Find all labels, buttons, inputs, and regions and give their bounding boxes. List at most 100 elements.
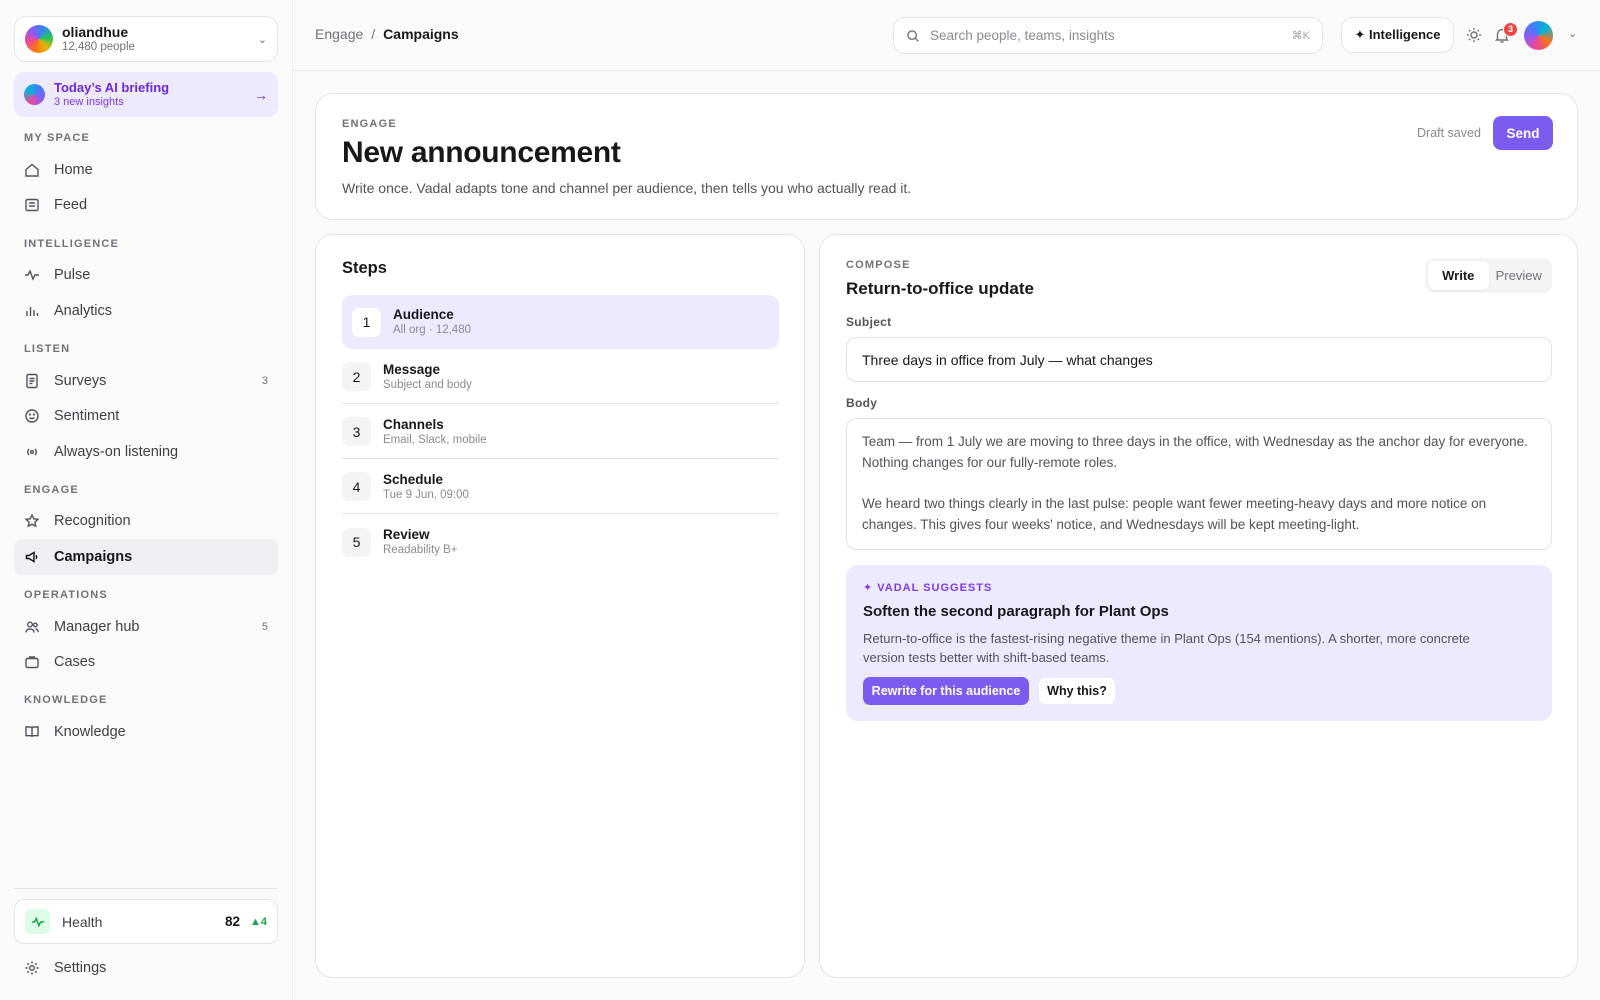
- step-number: 5: [342, 527, 371, 557]
- tab-write[interactable]: Write: [1428, 261, 1489, 290]
- section-intelligence: INTELLIGENCE: [24, 238, 120, 250]
- intelligence-button[interactable]: ✦ Intelligence: [1341, 17, 1454, 53]
- page-title: New announcement: [342, 136, 621, 169]
- manager-hub-count: 5: [261, 621, 268, 633]
- step-number: 3: [342, 417, 371, 446]
- sidebar-item-home[interactable]: Home: [14, 152, 278, 188]
- sidebar-item-settings[interactable]: Settings: [14, 950, 278, 986]
- page-eyebrow: ENGAGE: [342, 118, 397, 130]
- sidebar-item-label: Pulse: [54, 267, 91, 283]
- sidebar-item-cases[interactable]: Cases: [14, 644, 278, 680]
- steps-title: Steps: [342, 259, 387, 277]
- org-name: oliandhue: [62, 24, 129, 40]
- sun-icon[interactable]: [1465, 26, 1483, 44]
- search-input[interactable]: [930, 28, 1292, 43]
- suggestion-title: Soften the second paragraph for Plant Op…: [863, 603, 1169, 620]
- sidebar-item-analytics[interactable]: Analytics: [14, 293, 278, 329]
- step-schedule[interactable]: 4 Schedule Tue 9 Jun, 09:00: [342, 460, 779, 514]
- org-switcher[interactable]: oliandhue 12,480 people ⌄: [14, 16, 278, 62]
- step-number: 2: [342, 362, 371, 391]
- step-message[interactable]: 2 Message Subject and body: [342, 350, 779, 404]
- step-subtitle: Subject and body: [383, 378, 472, 391]
- sidebar-item-campaigns[interactable]: Campaigns: [14, 539, 278, 575]
- compose-eyebrow: COMPOSE: [846, 259, 911, 271]
- step-audience[interactable]: 1 Audience All org · 12,480: [342, 295, 779, 349]
- page-description: Write once. Vadal adapts tone and channe…: [342, 180, 912, 196]
- sidebar-item-label: Surveys: [54, 373, 107, 389]
- sidebar-item-knowledge[interactable]: Knowledge: [14, 714, 278, 750]
- step-review[interactable]: 5 Review Readability B+: [342, 515, 779, 569]
- sidebar-item-label: Home: [54, 162, 93, 178]
- step-title: Schedule: [383, 471, 444, 487]
- briefing-subtitle: 3 new insights: [54, 96, 124, 108]
- page-header: ENGAGE New announcement Write once. Vada…: [315, 93, 1578, 220]
- ai-suggestion-card: ✦ VADAL SUGGESTS Soften the second parag…: [846, 565, 1552, 721]
- chevron-down-icon[interactable]: ⌄: [1568, 27, 1577, 40]
- org-count: 12,480 people: [62, 41, 135, 53]
- heartbeat-icon: [25, 909, 50, 934]
- sidebar-divider: [14, 888, 278, 889]
- suggestion-description: Return-to-office is the fastest-rising n…: [863, 631, 1470, 665]
- user-avatar[interactable]: [1524, 21, 1553, 50]
- sidebar-item-label: Campaigns: [54, 549, 133, 565]
- broadcast-icon: [24, 444, 40, 460]
- sidebar-item-label: Knowledge: [54, 724, 126, 740]
- breadcrumb-parent[interactable]: Engage: [315, 26, 363, 42]
- step-title: Channels: [383, 416, 444, 432]
- sidebar-item-label: Cases: [54, 654, 96, 670]
- subject-field[interactable]: Three days in office from July — what ch…: [846, 337, 1552, 382]
- section-listen: LISTEN: [24, 343, 71, 355]
- body-editor[interactable]: Team — from 1 July we are moving to thre…: [846, 418, 1552, 550]
- compose-title: Return-to-office update: [846, 279, 1034, 298]
- sidebar-item-surveys[interactable]: Surveys 3: [14, 363, 278, 399]
- sidebar-item-label: Always-on listening: [54, 444, 179, 460]
- body-paragraph: Team — from 1 July we are moving to thre…: [862, 434, 1528, 470]
- step-number: 1: [352, 307, 381, 337]
- bar-chart-icon: [24, 303, 40, 319]
- step-title: Message: [383, 361, 441, 377]
- breadcrumb: Engage / Campaigns: [315, 26, 459, 42]
- sidebar-item-label: Sentiment: [54, 408, 120, 424]
- rewrite-button[interactable]: Rewrite for this audience: [863, 677, 1029, 705]
- health-widget[interactable]: Health 82 ▲4: [14, 899, 278, 944]
- step-channels[interactable]: 3 Channels Email, Slack, mobile: [342, 405, 779, 459]
- section-my-space: MY SPACE: [24, 132, 91, 144]
- search-icon: [906, 29, 920, 43]
- sidebar-item-manager-hub[interactable]: Manager hub 5: [14, 609, 278, 645]
- health-label: Health: [62, 913, 103, 930]
- sidebar-item-always-on-listening[interactable]: Always-on listening: [14, 434, 278, 470]
- sidebar-item-label: Feed: [54, 197, 88, 213]
- why-this-button[interactable]: Why this?: [1038, 677, 1116, 705]
- send-button[interactable]: Send: [1493, 116, 1553, 150]
- home-icon: [24, 162, 40, 178]
- survey-icon: [24, 373, 40, 389]
- briefcase-icon: [24, 654, 40, 670]
- health-delta: ▲4: [249, 915, 267, 928]
- gear-icon: [24, 960, 40, 976]
- sidebar-item-sentiment[interactable]: Sentiment: [14, 398, 278, 434]
- compose-panel: COMPOSE Return-to-office update Write Pr…: [819, 234, 1578, 978]
- sidebar-item-pulse[interactable]: Pulse: [14, 257, 278, 293]
- ai-briefing-card[interactable]: Today’s AI briefing 3 new insights →: [14, 72, 278, 117]
- write-preview-toggle: Write Preview: [1425, 258, 1552, 293]
- section-engage: ENGAGE: [24, 484, 79, 496]
- chevron-down-icon: ⌄: [257, 33, 267, 46]
- users-icon: [24, 619, 40, 635]
- sidebar-item-feed[interactable]: Feed: [14, 187, 278, 223]
- star-icon: [24, 513, 40, 529]
- sidebar-item-label: Recognition: [54, 513, 131, 529]
- step-subtitle: Readability B+: [383, 544, 458, 556]
- surveys-count: 3: [261, 375, 268, 387]
- search-bar[interactable]: ⌘K: [893, 17, 1323, 54]
- sidebar-item-label: Manager hub: [54, 619, 140, 635]
- settings-label: Settings: [54, 960, 107, 976]
- tab-preview[interactable]: Preview: [1489, 261, 1550, 290]
- notification-badge: 3: [1503, 22, 1518, 37]
- step-number: 4: [342, 472, 371, 501]
- sidebar-item-recognition[interactable]: Recognition: [14, 503, 278, 539]
- section-knowledge: KNOWLEDGE: [24, 694, 108, 706]
- arrow-right-icon: →: [254, 86, 268, 103]
- org-avatar: [25, 25, 53, 53]
- briefing-title: Today’s AI briefing: [54, 80, 170, 95]
- step-title: Review: [383, 527, 430, 542]
